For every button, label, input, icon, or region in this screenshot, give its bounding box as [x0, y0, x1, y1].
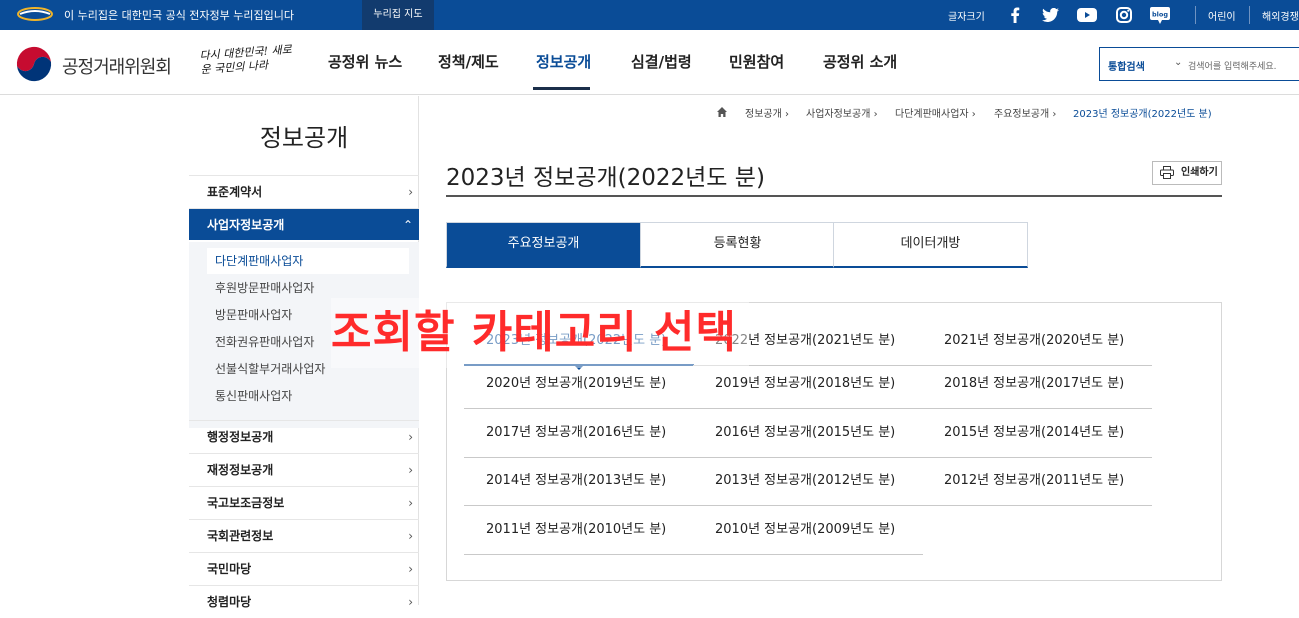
youtube-icon[interactable]: [1077, 5, 1097, 25]
chevron-right-icon: ›: [408, 185, 413, 199]
sidebar-item-finance-info[interactable]: 재정정보공개 ›: [189, 453, 419, 485]
nav-active-indicator: [533, 87, 590, 90]
taegeuk-emblem-icon: [17, 7, 53, 21]
page-title: 2023년 정보공개(2022년도 분): [446, 165, 765, 191]
government-logo-icon[interactable]: [14, 44, 54, 84]
year-item-2021[interactable]: 2021년 정보공개(2020년도 분): [922, 317, 1152, 366]
breadcrumb-item[interactable]: 다단계판매사업자 ›: [895, 105, 976, 120]
breadcrumb-item[interactable]: 정보공개 ›: [745, 105, 789, 120]
sidebar-item-business-info[interactable]: 사업자정보공개 ⌃: [189, 208, 419, 240]
tab-open-data[interactable]: 데이터개방: [833, 222, 1028, 268]
year-item-2017[interactable]: 2017년 정보공개(2016년도 분): [464, 409, 694, 458]
sidebar-item-label: 국회관련정보: [207, 529, 274, 543]
tab-main-info[interactable]: 주요정보공개: [446, 222, 641, 268]
sidebar-item-label: 국민마당: [207, 562, 252, 576]
chevron-right-icon: ›: [408, 529, 413, 543]
sidebar-item-integrity[interactable]: 청렴마당 ›: [189, 585, 419, 617]
divider: [1249, 6, 1250, 24]
search-scope-select[interactable]: 통합검색: [1108, 58, 1145, 73]
year-item-2013[interactable]: 2013년 정보공개(2012년도 분): [693, 457, 923, 506]
site-header: 공정거래위원회 다시 대한민국! 새로운 국민의 나라 공정위 뉴스 정책/제도…: [0, 30, 1299, 95]
nav-item-decisions[interactable]: 심결/법령: [631, 51, 692, 72]
year-item-2016[interactable]: 2016년 정보공개(2015년도 분): [693, 409, 923, 458]
font-size-button[interactable]: 글자크기: [948, 8, 985, 23]
annotation-label: 조회할 카테고리 선택: [331, 307, 737, 358]
gov-banner: 이 누리집은 대한민국 공식 전자정부 누리집입니다 누리집 지도 글자크기 b…: [0, 0, 1299, 30]
divider: [446, 195, 1222, 197]
year-item-2010[interactable]: 2010년 정보공개(2009년도 분): [693, 506, 923, 555]
sidebar-item-assembly-info[interactable]: 국회관련정보 ›: [189, 519, 419, 551]
chevron-right-icon: ›: [408, 595, 413, 609]
nav-item-info-disclosure[interactable]: 정보공개: [536, 51, 591, 72]
home-icon[interactable]: [716, 106, 728, 118]
sidebar-item-label: 재정정보공개: [207, 463, 274, 477]
kids-link[interactable]: 어린이: [1208, 8, 1236, 23]
chevron-right-icon: ›: [408, 496, 413, 510]
svg-text:blog: blog: [1152, 10, 1168, 18]
sidebar-item-citizen[interactable]: 국민마당 ›: [189, 552, 419, 584]
gov-notice: 이 누리집은 대한민국 공식 전자정부 누리집입니다: [64, 9, 295, 22]
nav-item-policy[interactable]: 정책/제도: [438, 51, 499, 72]
chevron-up-icon: ⌃: [402, 218, 413, 232]
twitter-icon[interactable]: [1040, 5, 1060, 25]
facebook-icon[interactable]: [1005, 5, 1025, 25]
sidebar-subitem-e-commerce[interactable]: 통신판매사업자: [207, 383, 409, 409]
sidebar-title: 정보공개: [259, 124, 349, 152]
sitemap-button[interactable]: 누리집 지도: [362, 0, 434, 30]
slogan-logo: 다시 대한민국! 새로운 국민의 나라: [199, 42, 293, 77]
chevron-right-icon: ›: [408, 430, 413, 444]
sidebar-item-label: 국고보조금정보: [207, 496, 285, 510]
sidebar-item-label: 행정정보공개: [207, 430, 274, 444]
search-input[interactable]: 검색어를 입력해주세요.: [1188, 59, 1277, 72]
year-item-2012[interactable]: 2012년 정보공개(2011년도 분): [922, 457, 1152, 506]
print-button[interactable]: 인쇄하기: [1152, 161, 1222, 185]
chevron-right-icon: ›: [408, 463, 413, 477]
instagram-icon[interactable]: [1114, 5, 1134, 25]
tab-registration-status[interactable]: 등록현황: [640, 222, 835, 268]
divider: [1195, 6, 1196, 24]
sidebar-subitem-multilevel[interactable]: 다단계판매사업자: [207, 248, 409, 274]
year-item-2011[interactable]: 2011년 정보공개(2010년도 분): [464, 506, 694, 555]
breadcrumb-item[interactable]: 사업자정보공개 ›: [806, 105, 878, 120]
chevron-right-icon: ›: [408, 562, 413, 576]
printer-icon: [1160, 166, 1174, 179]
year-item-2015[interactable]: 2015년 정보공개(2014년도 분): [922, 409, 1152, 458]
chevron-down-icon[interactable]: ⌄: [1174, 57, 1182, 68]
nav-item-about[interactable]: 공정위 소개: [823, 51, 897, 72]
sidebar-item-label: 청렴마당: [207, 595, 252, 609]
sidebar-item-admin-info[interactable]: 행정정보공개 ›: [189, 420, 419, 452]
sidebar-item-label: 사업자정보공개: [207, 218, 285, 232]
nav-item-news[interactable]: 공정위 뉴스: [328, 51, 402, 72]
year-item-2014[interactable]: 2014년 정보공개(2013년도 분): [464, 457, 694, 506]
sidebar-item-label: 표준계약서: [207, 185, 263, 199]
blog-icon[interactable]: blog: [1150, 5, 1170, 25]
breadcrumb-item[interactable]: 주요정보공개 ›: [994, 105, 1056, 120]
sidebar-item-subsidy-info[interactable]: 국고보조금정보 ›: [189, 486, 419, 518]
year-item-2018[interactable]: 2018년 정보공개(2017년도 분): [922, 360, 1152, 409]
org-name[interactable]: 공정거래위원회: [62, 53, 172, 79]
intl-competition-link[interactable]: 해외경쟁: [1262, 8, 1299, 23]
search-box[interactable]: 통합검색 ⌄ 검색어를 입력해주세요.: [1099, 47, 1299, 81]
breadcrumb-current: 2023년 정보공개(2022년도 분): [1073, 109, 1212, 120]
sidebar-item-standard-contracts[interactable]: 표준계약서 ›: [189, 175, 419, 207]
nav-item-civil[interactable]: 민원참여: [729, 51, 784, 72]
